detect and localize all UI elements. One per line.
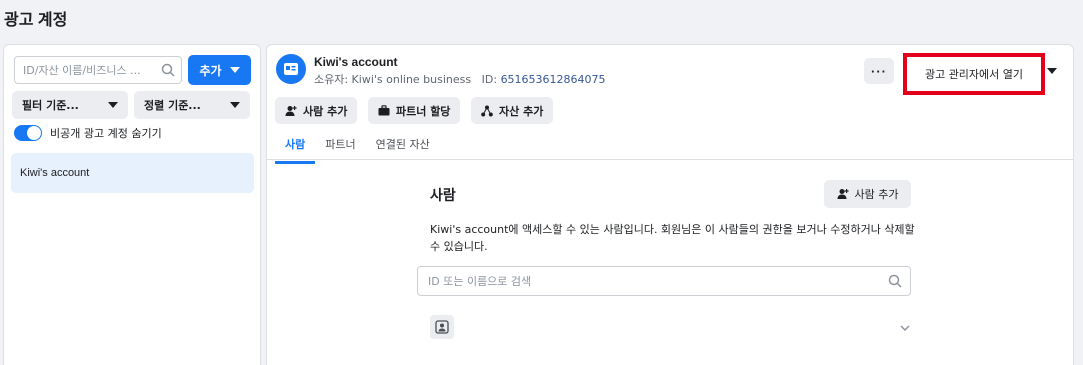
account-list-item[interactable]: Kiwi's account [11, 153, 254, 193]
caret-down-icon [229, 67, 240, 73]
page-title: 광고 계정 [4, 12, 68, 29]
ad-account-icon [276, 54, 306, 84]
people-section-title: 사람 [430, 188, 456, 204]
sort-label: 정렬 기준... [144, 99, 201, 112]
account-meta: 소유자: Kiwi's online business ID: 65165361… [314, 71, 606, 87]
account-list-panel: 추가 필터 기준... 정렬 기준... 비공개 광고 계정 숨기기 Kiwi'… [3, 44, 261, 365]
person-add-icon [285, 105, 297, 116]
account-id-label: ID: [481, 73, 498, 86]
people-search-input[interactable] [428, 267, 868, 295]
search-icon [161, 63, 175, 80]
add-person-section-button[interactable]: 사람 추가 [824, 180, 911, 208]
search-icon [888, 274, 902, 291]
account-search-input[interactable] [23, 57, 153, 83]
account-owner: 소유자: Kiwi's online business [314, 73, 472, 86]
add-label: 추가 [199, 63, 222, 78]
person-add-icon [837, 189, 849, 199]
briefcase-icon [378, 105, 390, 116]
people-description: Kiwi's account에 액세스할 수 있는 사람입니다. 회원님은 이 … [430, 223, 915, 253]
caret-down-icon [230, 102, 240, 108]
filter-dropdown[interactable]: 필터 기준... [12, 91, 128, 119]
filter-label: 필터 기준... [22, 99, 79, 112]
person-avatar-icon [430, 315, 454, 339]
account-list-item-name: Kiwi's account [20, 167, 90, 179]
account-detail-panel: Kiwi's account 소유자: Kiwi's online busine… [266, 44, 1074, 365]
add-person-label: 사람 추가 [303, 104, 348, 118]
account-search-box[interactable] [14, 56, 182, 84]
more-options-button[interactable]: ··· [864, 58, 894, 84]
assign-partner-button[interactable]: 파트너 할당 [368, 97, 461, 124]
sort-dropdown[interactable]: 정렬 기준... [134, 91, 250, 119]
add-person-section-label: 사람 추가 [854, 188, 899, 201]
hide-private-toggle-row: 비공개 광고 계정 숨기기 [14, 125, 162, 141]
open-options-caret-icon[interactable] [1047, 68, 1057, 74]
add-asset-button[interactable]: 자산 추가 [471, 97, 554, 124]
asset-icon [481, 105, 493, 116]
add-person-button[interactable]: 사람 추가 [275, 97, 358, 124]
more-icon: ··· [871, 63, 887, 79]
open-in-ads-manager-button[interactable]: 광고 관리자에서 열기 [903, 53, 1045, 95]
hide-private-toggle[interactable] [14, 125, 42, 141]
tab-divider [267, 159, 1073, 160]
open-in-ads-manager-label: 광고 관리자에서 열기 [924, 68, 1024, 81]
chevron-down-icon[interactable] [900, 321, 910, 335]
add-account-button[interactable]: 추가 [188, 55, 251, 85]
account-name: Kiwi's account [314, 55, 398, 69]
hide-private-label: 비공개 광고 계정 숨기기 [50, 127, 162, 140]
people-search-box[interactable] [417, 266, 911, 296]
account-id-value: 651653612864075 [500, 73, 606, 86]
assign-partner-label: 파트너 할당 [396, 104, 451, 118]
caret-down-icon [108, 102, 118, 108]
add-asset-label: 자산 추가 [499, 104, 544, 118]
